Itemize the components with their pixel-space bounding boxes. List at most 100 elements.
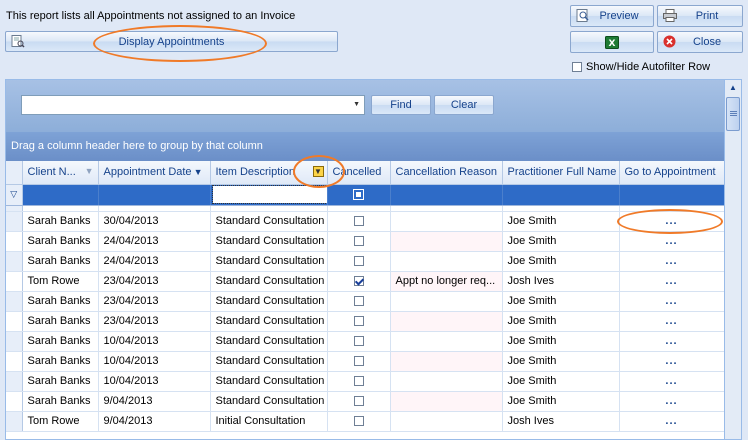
- go-to-appointment-cell[interactable]: ...: [619, 211, 724, 232]
- go-to-appointment-button[interactable]: ...: [665, 415, 677, 427]
- autofilter-cancelled-checkbox[interactable]: [353, 189, 364, 201]
- autofilter-client-cell[interactable]: [22, 184, 99, 206]
- go-to-appointment-cell[interactable]: ...: [619, 311, 724, 332]
- autofilter-cancelled-cell[interactable]: [327, 184, 391, 206]
- show-hide-autofilter[interactable]: Show/Hide Autofilter Row: [572, 61, 710, 73]
- chevron-down-icon[interactable]: ▼: [353, 101, 360, 108]
- filter-icon[interactable]: ▼: [85, 166, 94, 176]
- scroll-up-icon[interactable]: ▲: [725, 80, 741, 96]
- autofilter-description-cell[interactable]: [210, 184, 328, 206]
- vertical-scrollbar[interactable]: ▲: [725, 79, 742, 440]
- row-indicator: [6, 371, 23, 392]
- table-row[interactable]: Sarah Banks 10/04/2013 Standard Consultati…: [6, 351, 724, 372]
- autofilter-reason-cell[interactable]: [390, 184, 503, 206]
- cancelled-checkbox[interactable]: [353, 316, 364, 327]
- appointments-table: Client N... ▼ Appointment Date ▼ Item De…: [6, 161, 724, 432]
- cancelled-checkbox[interactable]: [353, 356, 364, 367]
- appointment-date-cell-text: 10/04/2013: [103, 335, 159, 347]
- table-row[interactable]: Sarah Banks 24/04/2013 Standard Consultati…: [6, 251, 724, 272]
- preview-button[interactable]: Preview: [570, 5, 654, 27]
- group-by-panel[interactable]: Drag a column header here to group by th…: [6, 132, 724, 161]
- cancelled-cell[interactable]: [327, 371, 391, 392]
- cancelled-checkbox[interactable]: [353, 236, 364, 247]
- row-indicator: [6, 251, 23, 272]
- cancelled-checkbox[interactable]: [353, 296, 364, 307]
- clear-button[interactable]: Clear: [434, 95, 494, 115]
- practitioner-cell-text: Josh Ives: [507, 275, 554, 287]
- cancelled-checkbox[interactable]: [353, 376, 364, 387]
- report-icon: [11, 35, 25, 48]
- go-to-appointment-button[interactable]: ...: [665, 315, 677, 327]
- print-button[interactable]: Print: [657, 5, 743, 27]
- go-to-appointment-cell[interactable]: ...: [619, 391, 724, 412]
- cancelled-checkbox[interactable]: [353, 396, 364, 407]
- go-to-appointment-button[interactable]: ...: [665, 215, 677, 227]
- go-to-appointment-cell[interactable]: ...: [619, 411, 724, 432]
- cancelled-cell[interactable]: [327, 331, 391, 352]
- appointment-date-cell: 9/04/2013: [98, 391, 211, 412]
- table-row[interactable]: Sarah Banks 23/04/2013 Standard Consultati…: [6, 291, 724, 312]
- cancelled-cell[interactable]: [327, 351, 391, 372]
- column-header-client[interactable]: Client N... ▼: [22, 161, 99, 185]
- go-to-appointment-cell[interactable]: ...: [619, 351, 724, 372]
- autofilter-description-input[interactable]: [211, 185, 326, 204]
- table-row[interactable]: Tom Rowe 9/04/2013 Initial Consultation Jos…: [6, 411, 724, 432]
- autofilter-goto-cell[interactable]: [619, 184, 724, 206]
- cancelled-cell[interactable]: [327, 211, 391, 232]
- column-header-cancellation-reason[interactable]: Cancellation Reason: [390, 161, 503, 185]
- cancelled-cell[interactable]: [327, 311, 391, 332]
- client-cell-text: Sarah Banks: [27, 315, 91, 327]
- go-to-appointment-cell[interactable]: ...: [619, 371, 724, 392]
- column-header-appointment-date[interactable]: Appointment Date ▼: [98, 161, 211, 185]
- autofilter-practitioner-cell[interactable]: [502, 184, 620, 206]
- cancellation-reason-cell: [390, 311, 503, 332]
- go-to-appointment-cell[interactable]: ...: [619, 331, 724, 352]
- table-row[interactable]: Sarah Banks 10/04/2013 Standard Consultati…: [6, 331, 724, 352]
- scrollbar-thumb[interactable]: [726, 97, 740, 131]
- go-to-appointment-cell[interactable]: ...: [619, 271, 724, 292]
- go-to-appointment-cell[interactable]: ...: [619, 231, 724, 252]
- cancelled-cell[interactable]: [327, 391, 391, 412]
- go-to-appointment-button[interactable]: ...: [665, 375, 677, 387]
- cancelled-cell[interactable]: [327, 231, 391, 252]
- cancelled-cell[interactable]: [327, 271, 391, 292]
- column-header-cancelled[interactable]: Cancelled: [327, 161, 391, 185]
- autofilter-date-cell[interactable]: [98, 184, 211, 206]
- cancelled-cell[interactable]: [327, 251, 391, 272]
- go-to-appointment-button[interactable]: ...: [665, 255, 677, 267]
- table-row[interactable]: Sarah Banks 10/04/2013 Standard Consultati…: [6, 371, 724, 392]
- cancelled-cell[interactable]: [327, 411, 391, 432]
- close-button[interactable]: Close: [657, 31, 743, 53]
- column-header-item-description[interactable]: Item Description ▼: [210, 161, 328, 185]
- cancellation-reason-cell-text: Appt no longer req...: [395, 275, 496, 287]
- cancelled-checkbox[interactable]: [353, 416, 364, 427]
- go-to-appointment-button[interactable]: ...: [665, 235, 677, 247]
- column-header-go-to-appointment[interactable]: Go to Appointment: [619, 161, 724, 185]
- active-filter-icon[interactable]: ▼: [312, 166, 324, 177]
- cancelled-checkbox[interactable]: [353, 276, 364, 287]
- item-description-cell: Standard Consultation: [210, 271, 328, 292]
- find-button[interactable]: Find: [371, 95, 431, 115]
- find-search-input[interactable]: ▼: [21, 95, 365, 115]
- go-to-appointment-button[interactable]: ...: [665, 395, 677, 407]
- go-to-appointment-button[interactable]: ...: [665, 275, 677, 287]
- go-to-appointment-button[interactable]: ...: [665, 355, 677, 367]
- go-to-appointment-button[interactable]: ...: [665, 335, 677, 347]
- go-to-appointment-button[interactable]: ...: [665, 295, 677, 307]
- cancelled-checkbox[interactable]: [353, 216, 364, 227]
- column-header-practitioner[interactable]: Practitioner Full Name: [502, 161, 620, 185]
- table-row[interactable]: Sarah Banks 23/04/2013 Standard Consultati…: [6, 311, 724, 332]
- export-excel-button[interactable]: X: [570, 31, 654, 53]
- table-row[interactable]: Tom Rowe 23/04/2013 Standard Consultation A…: [6, 271, 724, 292]
- cancelled-checkbox[interactable]: [353, 336, 364, 347]
- table-row[interactable]: Sarah Banks 30/04/2013 Standard Consultati…: [6, 211, 724, 232]
- go-to-appointment-cell[interactable]: ...: [619, 251, 724, 272]
- cancelled-cell[interactable]: [327, 291, 391, 312]
- display-appointments-button[interactable]: Display Appointments: [5, 31, 338, 52]
- go-to-appointment-cell[interactable]: ...: [619, 291, 724, 312]
- cancelled-checkbox[interactable]: [353, 256, 364, 267]
- table-row[interactable]: Sarah Banks 9/04/2013 Standard Consultatio…: [6, 391, 724, 412]
- client-cell-text: Sarah Banks: [27, 235, 91, 247]
- table-row[interactable]: Sarah Banks 24/04/2013 Standard Consultati…: [6, 231, 724, 252]
- show-hide-autofilter-checkbox[interactable]: [572, 62, 582, 72]
